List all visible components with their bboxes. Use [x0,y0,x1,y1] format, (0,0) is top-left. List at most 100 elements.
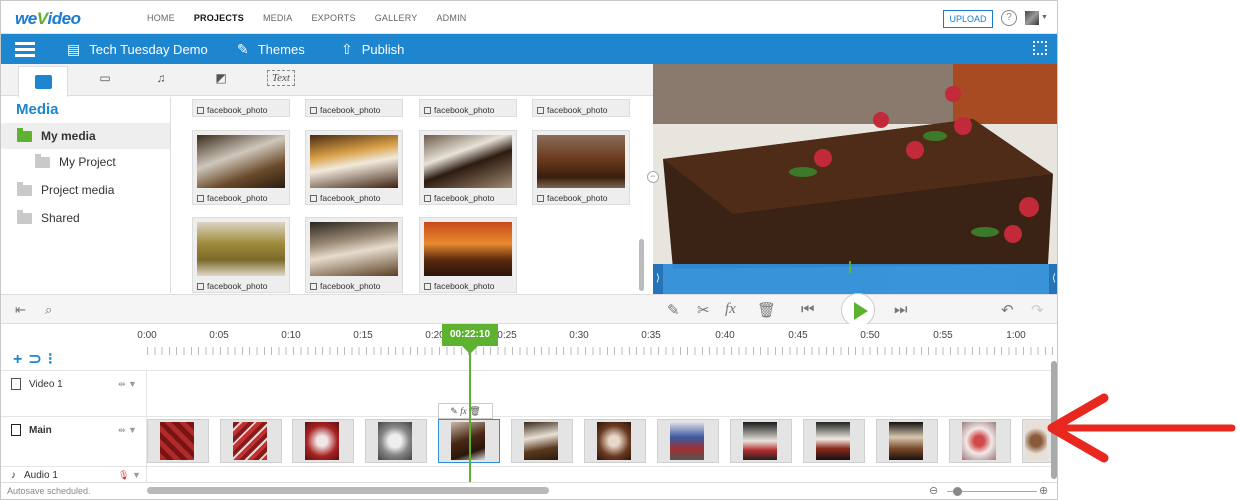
zoom-in-icon[interactable]: ⊕ [1039,484,1048,497]
track-controls-icon[interactable]: ⇹ ▼ [118,379,137,390]
media-tile[interactable]: facebook_photo [532,130,630,205]
track-header: Main ⇹ ▼ [1,417,147,466]
chevron-down-icon[interactable]: ▼ [1041,14,1048,21]
tab-text[interactable]: Text [267,70,295,86]
media-tile[interactable]: facebook_photo [192,130,290,205]
timeline-toolbar: ⇤ ⌕ ✎ ✂ fx 🗑 ⏮ ⏭ ↶ ↷ [1,294,1057,324]
timeline-clip[interactable] [876,419,938,463]
fullscreen-icon[interactable] [1033,41,1047,55]
upload-button[interactable]: UPLOAD [943,10,993,28]
track-title[interactable]: Video 1 [11,378,63,390]
library-scrollbar[interactable] [639,239,644,291]
track-main: Main ⇹ ▼ [1,416,1057,466]
nav-projects[interactable]: PROJECTS [194,13,244,23]
tab-backgrounds[interactable]: ◩ [211,71,231,89]
track-title[interactable]: ♪ Audio 1 [11,470,58,481]
media-tile[interactable]: facebook_photo [419,217,517,293]
redo-icon[interactable]: ↷ [1031,301,1044,319]
clip-toolbar[interactable]: ✎ fx 🗑 [438,403,493,419]
publish-button[interactable]: ⇧ Publish [341,41,404,58]
timeline-clip[interactable] [147,419,209,463]
preview-playhead-marker [849,261,851,273]
link-icon[interactable]: ⊃ [28,351,47,368]
tab-media[interactable] [18,66,68,97]
media-icon [34,75,52,89]
project-title-button[interactable]: ▤ Tech Tuesday Demo [67,41,208,58]
publish-label: Publish [361,42,405,57]
split-track-icon[interactable]: ⁝ [48,351,59,368]
pencil-icon[interactable]: ✎ [667,301,680,319]
skip-back-icon[interactable]: ⏮ [801,301,815,318]
tile-caption: facebook_photo [537,105,608,115]
media-tile[interactable]: facebook_photo [305,99,403,117]
library-tabs: ▭ ♫ ◩ Text [1,64,653,97]
media-grid: facebook_photo facebook_photo facebook_p… [179,97,653,293]
sidebar-item-shared[interactable]: Shared [1,205,170,231]
ruler-label: 0:40 [715,330,735,341]
effects-icon[interactable]: fx [725,301,736,318]
playhead-line[interactable] [469,346,471,482]
nav-gallery[interactable]: GALLERY [375,13,418,23]
trim-right-handle[interactable]: ⟨ [1049,264,1057,294]
sidebar-item-label: Shared [41,211,80,225]
timeline-clip[interactable] [730,419,792,463]
search-icon[interactable]: ⌕ [45,302,52,318]
track-title[interactable]: Main [11,424,52,436]
ruler-label: 0:25 [497,330,517,341]
preview-trim-strip[interactable]: ⟩ ⟨ [653,261,1057,294]
tab-transitions[interactable]: ▭ [95,71,115,89]
timeline-clip[interactable] [584,419,646,463]
track-controls-icon[interactable]: ⇹ ▼ [118,425,137,436]
track-audio-1: ♪ Audio 1 🎙 ▼ [1,466,1057,482]
media-tile[interactable]: facebook_photo [532,99,630,117]
media-tile[interactable]: facebook_photo [305,130,403,205]
timeline-ruler[interactable]: 0:00 0:05 0:10 0:15 0:20 0:25 0:30 0:35 … [1,324,1057,370]
tile-caption: facebook_photo [310,193,381,203]
add-track-icon[interactable]: + [13,351,28,368]
ruler-label: 0:50 [860,330,880,341]
panel-resize-handle[interactable]: ⇔ [647,171,659,183]
sidebar-item-label: Project media [41,183,115,197]
nav-home[interactable]: HOME [147,13,175,23]
trim-left-handle[interactable]: ⟩ [653,264,663,294]
timeline-clip[interactable] [657,419,719,463]
scissors-icon[interactable]: ✂ [697,301,710,319]
themes-button[interactable]: ✎ Themes [237,41,305,58]
media-tile[interactable]: facebook_photo [419,130,517,205]
sidebar-item-label: My Project [59,155,116,169]
timeline-clip[interactable] [803,419,865,463]
media-tile[interactable]: facebook_photo [419,99,517,117]
timeline-horizontal-scrollbar[interactable] [147,487,549,494]
timeline-clip[interactable] [365,419,427,463]
playhead-time[interactable]: 00:22:10 [442,324,498,354]
wevideo-logo[interactable]: weVideo [15,9,81,29]
zoom-slider-knob[interactable] [953,487,962,496]
menu-icon[interactable] [15,42,35,57]
nav-exports[interactable]: EXPORTS [311,13,355,23]
sidebar-item-my-project[interactable]: My Project [1,149,170,175]
timeline-clip[interactable] [949,419,1011,463]
ruler-label: 0:10 [281,330,301,341]
tile-caption: facebook_photo [197,105,268,115]
timeline-clip[interactable] [220,419,282,463]
zoom-out-icon[interactable]: ⊖ [929,484,938,497]
media-tile[interactable]: facebook_photo [192,217,290,293]
collapse-icon[interactable]: ⇤ [15,302,26,318]
tab-audio[interactable]: ♫ [151,71,171,89]
nav-media[interactable]: MEDIA [263,13,293,23]
undo-icon[interactable]: ↶ [1001,301,1014,319]
microphone-icon[interactable]: 🎙 ▼ [118,470,141,481]
play-button[interactable] [841,293,875,327]
skip-forward-icon[interactable]: ⏭ [894,301,908,318]
avatar[interactable] [1025,11,1039,25]
help-icon[interactable]: ? [1001,10,1017,26]
timeline-clip[interactable] [511,419,573,463]
sidebar-item-project-media[interactable]: Project media [1,177,170,203]
folder-icon [35,153,50,168]
media-tile[interactable]: facebook_photo [305,217,403,293]
trash-icon[interactable]: 🗑 [757,301,776,319]
nav-admin[interactable]: ADMIN [436,13,466,23]
timeline-clip[interactable] [292,419,354,463]
media-tile[interactable]: facebook_photo [192,99,290,117]
sidebar-item-my-media[interactable]: My media [1,123,170,149]
